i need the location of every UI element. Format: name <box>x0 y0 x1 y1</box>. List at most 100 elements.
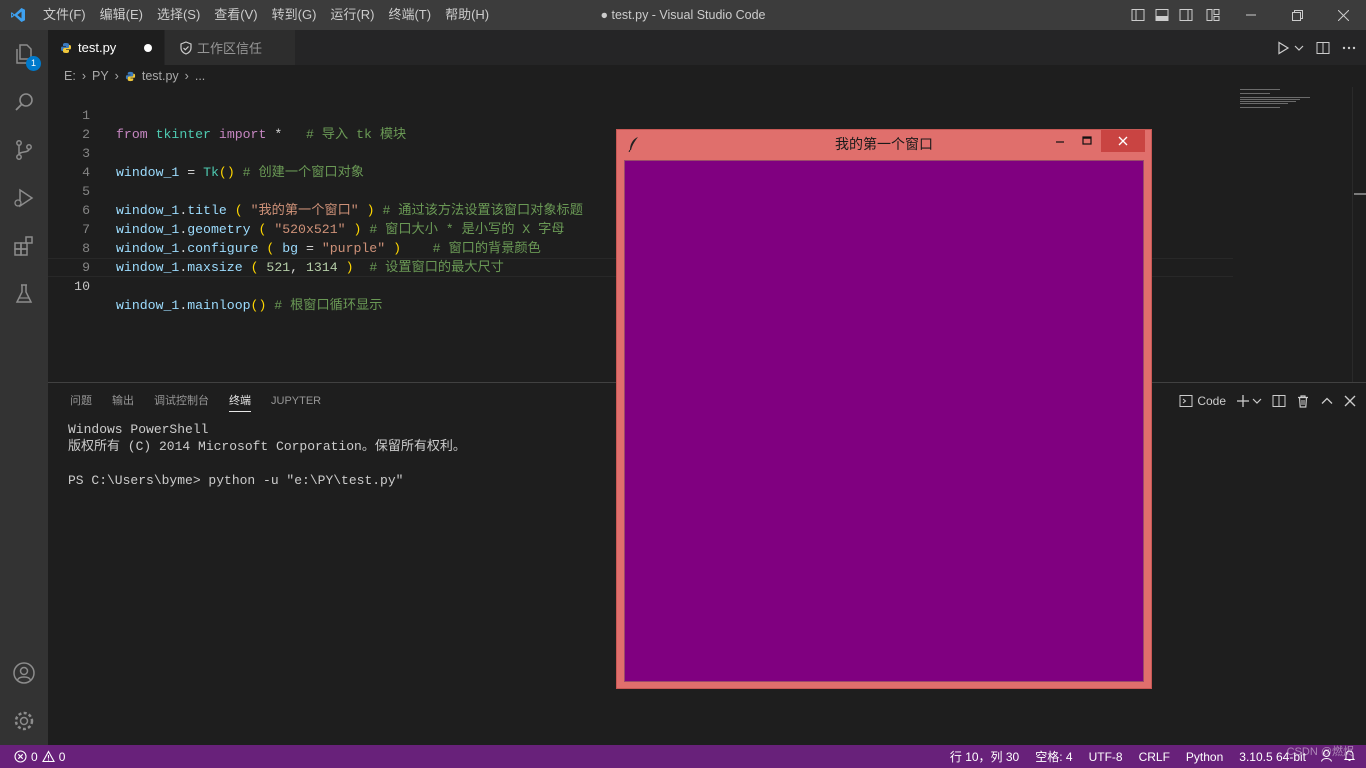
gear-icon <box>14 711 34 731</box>
scroll-position-marker <box>1354 193 1366 195</box>
run-debug-icon <box>14 188 34 208</box>
run-icon[interactable] <box>1276 40 1290 55</box>
menu-terminal[interactable]: 终端(T) <box>381 0 438 30</box>
error-icon <box>14 750 27 763</box>
minimap-preview <box>1240 89 1310 108</box>
unsaved-dot-icon[interactable] <box>144 44 152 52</box>
python-file-icon <box>125 71 135 81</box>
token: window_1 <box>116 298 180 313</box>
editor-scrollbar[interactable] <box>1352 87 1366 382</box>
split-editor-icon[interactable] <box>1316 41 1330 55</box>
minimap[interactable] <box>1236 87 1354 382</box>
language-mode[interactable]: Python <box>1178 750 1231 764</box>
terminal-icon <box>1179 395 1193 407</box>
close-panel-icon[interactable] <box>1344 395 1356 407</box>
menu-run[interactable]: 运行(R) <box>323 0 381 30</box>
split-terminal-icon[interactable] <box>1272 394 1286 408</box>
manage-button[interactable] <box>0 697 48 745</box>
terminal-line: Windows PowerShell <box>68 422 209 437</box>
accounts-button[interactable] <box>0 649 48 697</box>
maximize-panel-icon[interactable] <box>1320 394 1334 408</box>
tk-maximize-icon[interactable] <box>1069 130 1105 152</box>
menu-bar: 文件(F) 编辑(E) 选择(S) 查看(V) 转到(G) 运行(R) 终端(T… <box>36 0 496 30</box>
code-line: 2 <box>48 106 1233 142</box>
flask-icon <box>15 284 33 303</box>
editor-tabs: test.py 工作区信任 <box>48 30 1366 65</box>
menu-selection[interactable]: 选择(S) <box>150 0 207 30</box>
indentation[interactable]: 空格: 4 <box>1027 748 1080 765</box>
tab-label: 工作区信任 <box>197 41 263 56</box>
title-bar: 文件(F) 编辑(E) 选择(S) 查看(V) 转到(G) 运行(R) 终端(T… <box>0 0 1366 30</box>
menu-edit[interactable]: 编辑(E) <box>93 0 150 30</box>
add-terminal-icon[interactable] <box>1236 394 1250 408</box>
breadcrumb-drive[interactable]: E: <box>64 69 76 83</box>
run-debug-button[interactable] <box>0 174 48 222</box>
terminal-output[interactable]: Windows PowerShell 版权所有 (C) 2014 Microsof… <box>68 421 466 489</box>
breadcrumb-file[interactable]: test.py <box>142 69 179 83</box>
tk-window[interactable]: 我的第一个窗口 <box>616 129 1152 689</box>
extensions-icon <box>14 236 33 256</box>
close-icon[interactable] <box>1320 0 1366 30</box>
activity-bar: 1 <box>0 30 48 745</box>
tab-workspace-trust[interactable]: 工作区信任 <box>165 30 295 65</box>
tk-window-content[interactable] <box>624 160 1144 682</box>
end-of-line[interactable]: CRLF <box>1131 750 1178 764</box>
chevron-right-icon: › <box>114 69 119 83</box>
chevron-right-icon: › <box>184 69 189 83</box>
search-icon <box>15 93 33 111</box>
tab-jupyter[interactable]: JUPYTER <box>261 383 331 419</box>
watermark: CSDN @燃烬 <box>1286 746 1354 758</box>
toggle-sidebar-icon[interactable] <box>1126 0 1150 30</box>
source-control-icon <box>16 140 32 160</box>
toggle-panel-icon[interactable] <box>1150 0 1174 30</box>
code-line: 1 from tkinter import * # 导入 tk 模块 <box>48 87 1233 142</box>
search-button[interactable] <box>0 78 48 126</box>
menu-go[interactable]: 转到(G) <box>265 0 324 30</box>
tab-test-py[interactable]: test.py <box>48 30 164 65</box>
shield-icon <box>180 40 192 55</box>
customize-layout-icon[interactable] <box>1198 0 1228 30</box>
error-count: 0 <box>31 749 38 764</box>
chevron-right-icon: › <box>81 69 86 83</box>
breadcrumb-folder[interactable]: PY <box>92 69 109 83</box>
breadcrumb: E: › PY › test.py › ... <box>48 65 1366 87</box>
python-file-icon <box>61 42 71 53</box>
terminal-line: PS C:\Users\byme> python -u "e:\PY\test.… <box>68 473 404 488</box>
tab-terminal[interactable]: 终端 <box>219 383 261 419</box>
tab-label: test.py <box>78 40 117 55</box>
problems-status[interactable]: 0 0 <box>14 750 65 764</box>
menu-view[interactable]: 查看(V) <box>207 0 264 30</box>
menu-file[interactable]: 文件(F) <box>36 0 93 30</box>
warning-count: 0 <box>58 749 66 764</box>
vscode-logo-icon <box>0 0 36 30</box>
comment: # 根窗口循环显示 <box>274 298 383 313</box>
warning-icon <box>41 750 55 763</box>
testing-button[interactable] <box>0 270 48 318</box>
tab-output[interactable]: 输出 <box>102 383 144 419</box>
cursor-position[interactable]: 行 10，列 30 <box>942 748 1027 765</box>
trash-icon[interactable] <box>1296 394 1310 408</box>
token: mainloop <box>187 298 251 313</box>
tk-close-icon[interactable] <box>1101 130 1145 152</box>
explorer-badge: 1 <box>26 56 41 71</box>
source-control-button[interactable] <box>0 126 48 174</box>
encoding[interactable]: UTF-8 <box>1081 750 1131 764</box>
minimize-icon[interactable] <box>1228 0 1274 30</box>
tk-title-bar[interactable]: 我的第一个窗口 <box>617 130 1151 159</box>
chevron-down-icon[interactable] <box>1252 396 1262 406</box>
toggle-secondary-sidebar-icon[interactable] <box>1174 0 1198 30</box>
more-actions-icon[interactable] <box>1342 41 1356 55</box>
extensions-button[interactable] <box>0 222 48 270</box>
breadcrumb-symbol[interactable]: ... <box>195 69 205 83</box>
account-icon <box>13 662 35 684</box>
menu-help[interactable]: 帮助(H) <box>438 0 496 30</box>
line-number: 10 <box>74 279 90 294</box>
tab-debug-console[interactable]: 调试控制台 <box>144 383 219 419</box>
explorer-button[interactable]: 1 <box>0 30 48 78</box>
chevron-down-icon[interactable] <box>1294 43 1304 53</box>
status-bar: 0 0 行 10，列 30 空格: 4 UTF-8 CRLF Python 3.… <box>0 745 1366 768</box>
terminal-name[interactable]: Code <box>1197 394 1226 408</box>
restore-icon[interactable] <box>1274 0 1320 30</box>
tab-problems[interactable]: 问题 <box>60 383 102 419</box>
